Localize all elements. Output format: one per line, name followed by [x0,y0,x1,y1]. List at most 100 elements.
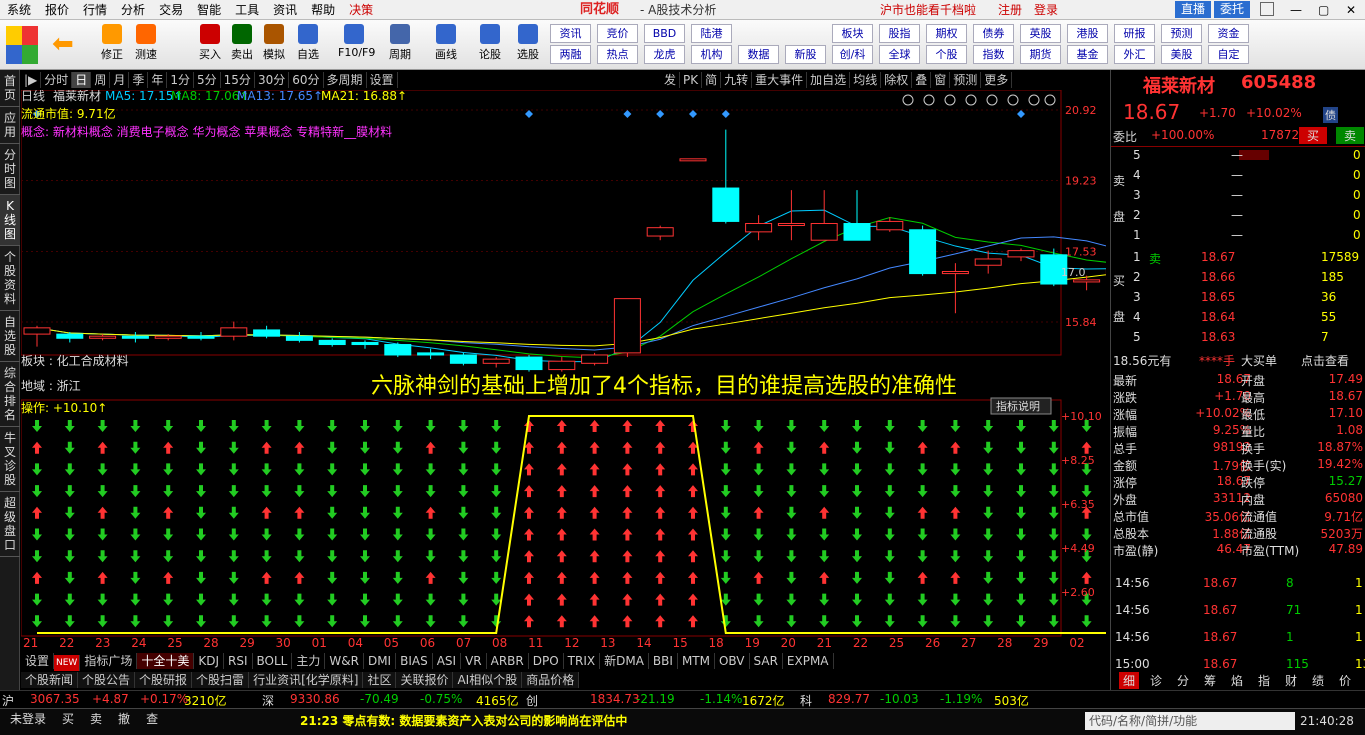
left-tab-0[interactable]: 首页 [0,70,20,107]
indicator-tab-20[interactable]: SAR [750,653,783,669]
quick-29[interactable]: 自定 [1208,45,1249,64]
candle[interactable] [613,298,641,354]
indicator-tab-17[interactable]: BBI [649,653,678,669]
period-7[interactable]: 5分 [194,72,221,88]
concept-label[interactable]: 概念: 新材料概念 消费电子概念 华为概念 苹果概念 专精特新__膜材料 [21,124,392,139]
indicator-tab-2[interactable]: 指标广场 [80,653,138,669]
quick-18[interactable]: 机构 [691,45,732,64]
candle[interactable] [56,333,84,339]
indicator-tab-1[interactable]: NEW [54,655,81,671]
status-item-2[interactable]: 卖 [84,709,108,729]
period-tool-10[interactable]: 预测 [950,72,982,88]
toolbar-10[interactable]: 选股 [512,22,544,68]
candle[interactable] [974,258,1002,266]
left-tab-7[interactable]: 牛叉诊股 [0,427,20,492]
quick-3[interactable]: 陆港 [691,24,732,43]
quick-13[interactable]: 预测 [1161,24,1202,43]
live-button[interactable]: 直播 [1175,1,1211,18]
entrust-button[interactable]: 委托 [1214,1,1250,18]
menu-item-2[interactable]: 行情 [76,0,114,20]
candle[interactable] [646,227,674,237]
right-tab-2[interactable]: 分 [1173,672,1193,689]
toolbar-7[interactable]: 周期 [384,22,416,68]
candle[interactable] [843,223,871,241]
indicator-tab-6[interactable]: BOLL [253,653,293,669]
left-tab-2[interactable]: 分时图 [0,144,20,195]
left-tab-5[interactable]: 自选股 [0,311,20,362]
candle[interactable] [876,220,904,231]
maximize-icon[interactable]: ▢ [1318,0,1329,20]
right-tab-6[interactable]: 财 [1281,672,1301,689]
sell-button[interactable]: 卖 [1336,127,1365,144]
period-tool-11[interactable]: 更多 [981,72,1013,88]
left-tab-1[interactable]: 应用 [0,107,20,144]
period-12[interactable]: 设置 [367,72,398,88]
quick-21[interactable]: 创/科 [832,45,873,64]
news-tab-8[interactable]: 商品价格 [522,672,580,688]
period-tool-9[interactable]: 窗 [931,72,951,88]
candle[interactable] [777,223,805,227]
indicator-tab-12[interactable]: VR [461,653,487,669]
candle[interactable] [1073,279,1101,283]
quick-24[interactable]: 指数 [973,45,1014,64]
indicator-tab-8[interactable]: W&R [325,653,364,669]
quick-14[interactable]: 资金 [1208,24,1249,43]
news-tab-5[interactable]: 社区 [363,672,397,688]
index-0[interactable]: 沪 [2,692,14,709]
minimize-icon[interactable]: — [1290,0,1302,20]
candle[interactable] [23,327,51,335]
candle[interactable] [679,158,707,162]
menu-item-0[interactable]: 系统 [0,0,38,20]
quick-22[interactable]: 全球 [879,45,920,64]
candle[interactable] [318,339,346,346]
toolbar-4[interactable]: 模拟 [258,22,290,68]
menu-item-9[interactable]: 决策 [342,0,380,20]
period-4[interactable]: 季 [129,72,149,88]
indicator-tab-7[interactable]: 主力 [292,653,326,669]
period-10[interactable]: 60分 [289,72,324,88]
period-tool-3[interactable]: 九转 [721,72,753,88]
sector-label[interactable]: 板块 : 化工合成材料 [21,353,129,368]
candle[interactable] [810,223,838,241]
period-5[interactable]: 年 [148,72,168,88]
quick-17[interactable]: 龙虎 [644,45,685,64]
indicator-tab-19[interactable]: OBV [715,653,750,669]
quick-8[interactable]: 期权 [926,24,967,43]
period-tool-1[interactable]: PK [680,72,703,88]
indicator-tab-16[interactable]: 新DMA [600,653,649,669]
period-tool-0[interactable]: 发 [661,72,681,88]
candle[interactable] [909,229,937,275]
period-tool-8[interactable]: 叠 [912,72,932,88]
quick-1[interactable]: 竞价 [597,24,638,43]
left-tab-8[interactable]: 超级盘口 [0,492,20,557]
right-tab-3[interactable]: 筹 [1200,672,1220,689]
period-11[interactable]: 多周期 [324,72,367,88]
quick-12[interactable]: 研报 [1114,24,1155,43]
period-6[interactable]: 1分 [167,72,195,88]
quick-6[interactable]: 板块 [832,24,873,43]
kline-chart-area[interactable]: 20.9219.2317.5315.84 +10.10+8.25+6.35+4.… [21,90,1106,650]
news-ticker[interactable]: 21:23 零点有数: 数据要素资产入表对公司的影响尚在评估中 [300,711,627,731]
period-tool-6[interactable]: 均线 [850,72,882,88]
quick-16[interactable]: 热点 [597,45,638,64]
user-icon[interactable] [1260,2,1274,16]
quick-28[interactable]: 美股 [1161,45,1202,64]
period-1[interactable]: 日 [72,72,92,88]
period-8[interactable]: 15分 [221,72,255,88]
right-tab-1[interactable]: 诊 [1146,672,1166,689]
candle[interactable] [187,335,215,339]
indicator-tab-13[interactable]: ARBR [487,653,529,669]
buy-button[interactable]: 买 [1299,127,1328,144]
candle[interactable] [285,335,313,341]
toolbar-0[interactable]: 修正 [96,22,128,68]
left-tab-6[interactable]: 综合排名 [0,362,20,427]
promo-link[interactable]: 沪市也能看千档啦 [880,0,976,20]
quick-9[interactable]: 债券 [973,24,1014,43]
quick-20[interactable]: 新股 [785,45,826,64]
indicator-tab-10[interactable]: BIAS [396,653,433,669]
menu-item-5[interactable]: 智能 [190,0,228,20]
news-tab-3[interactable]: 个股扫雷 [192,672,250,688]
toolbar-3[interactable]: 卖出 [226,22,258,68]
left-tab-3[interactable]: K线图 [0,195,20,246]
news-tab-2[interactable]: 个股研报 [135,672,193,688]
